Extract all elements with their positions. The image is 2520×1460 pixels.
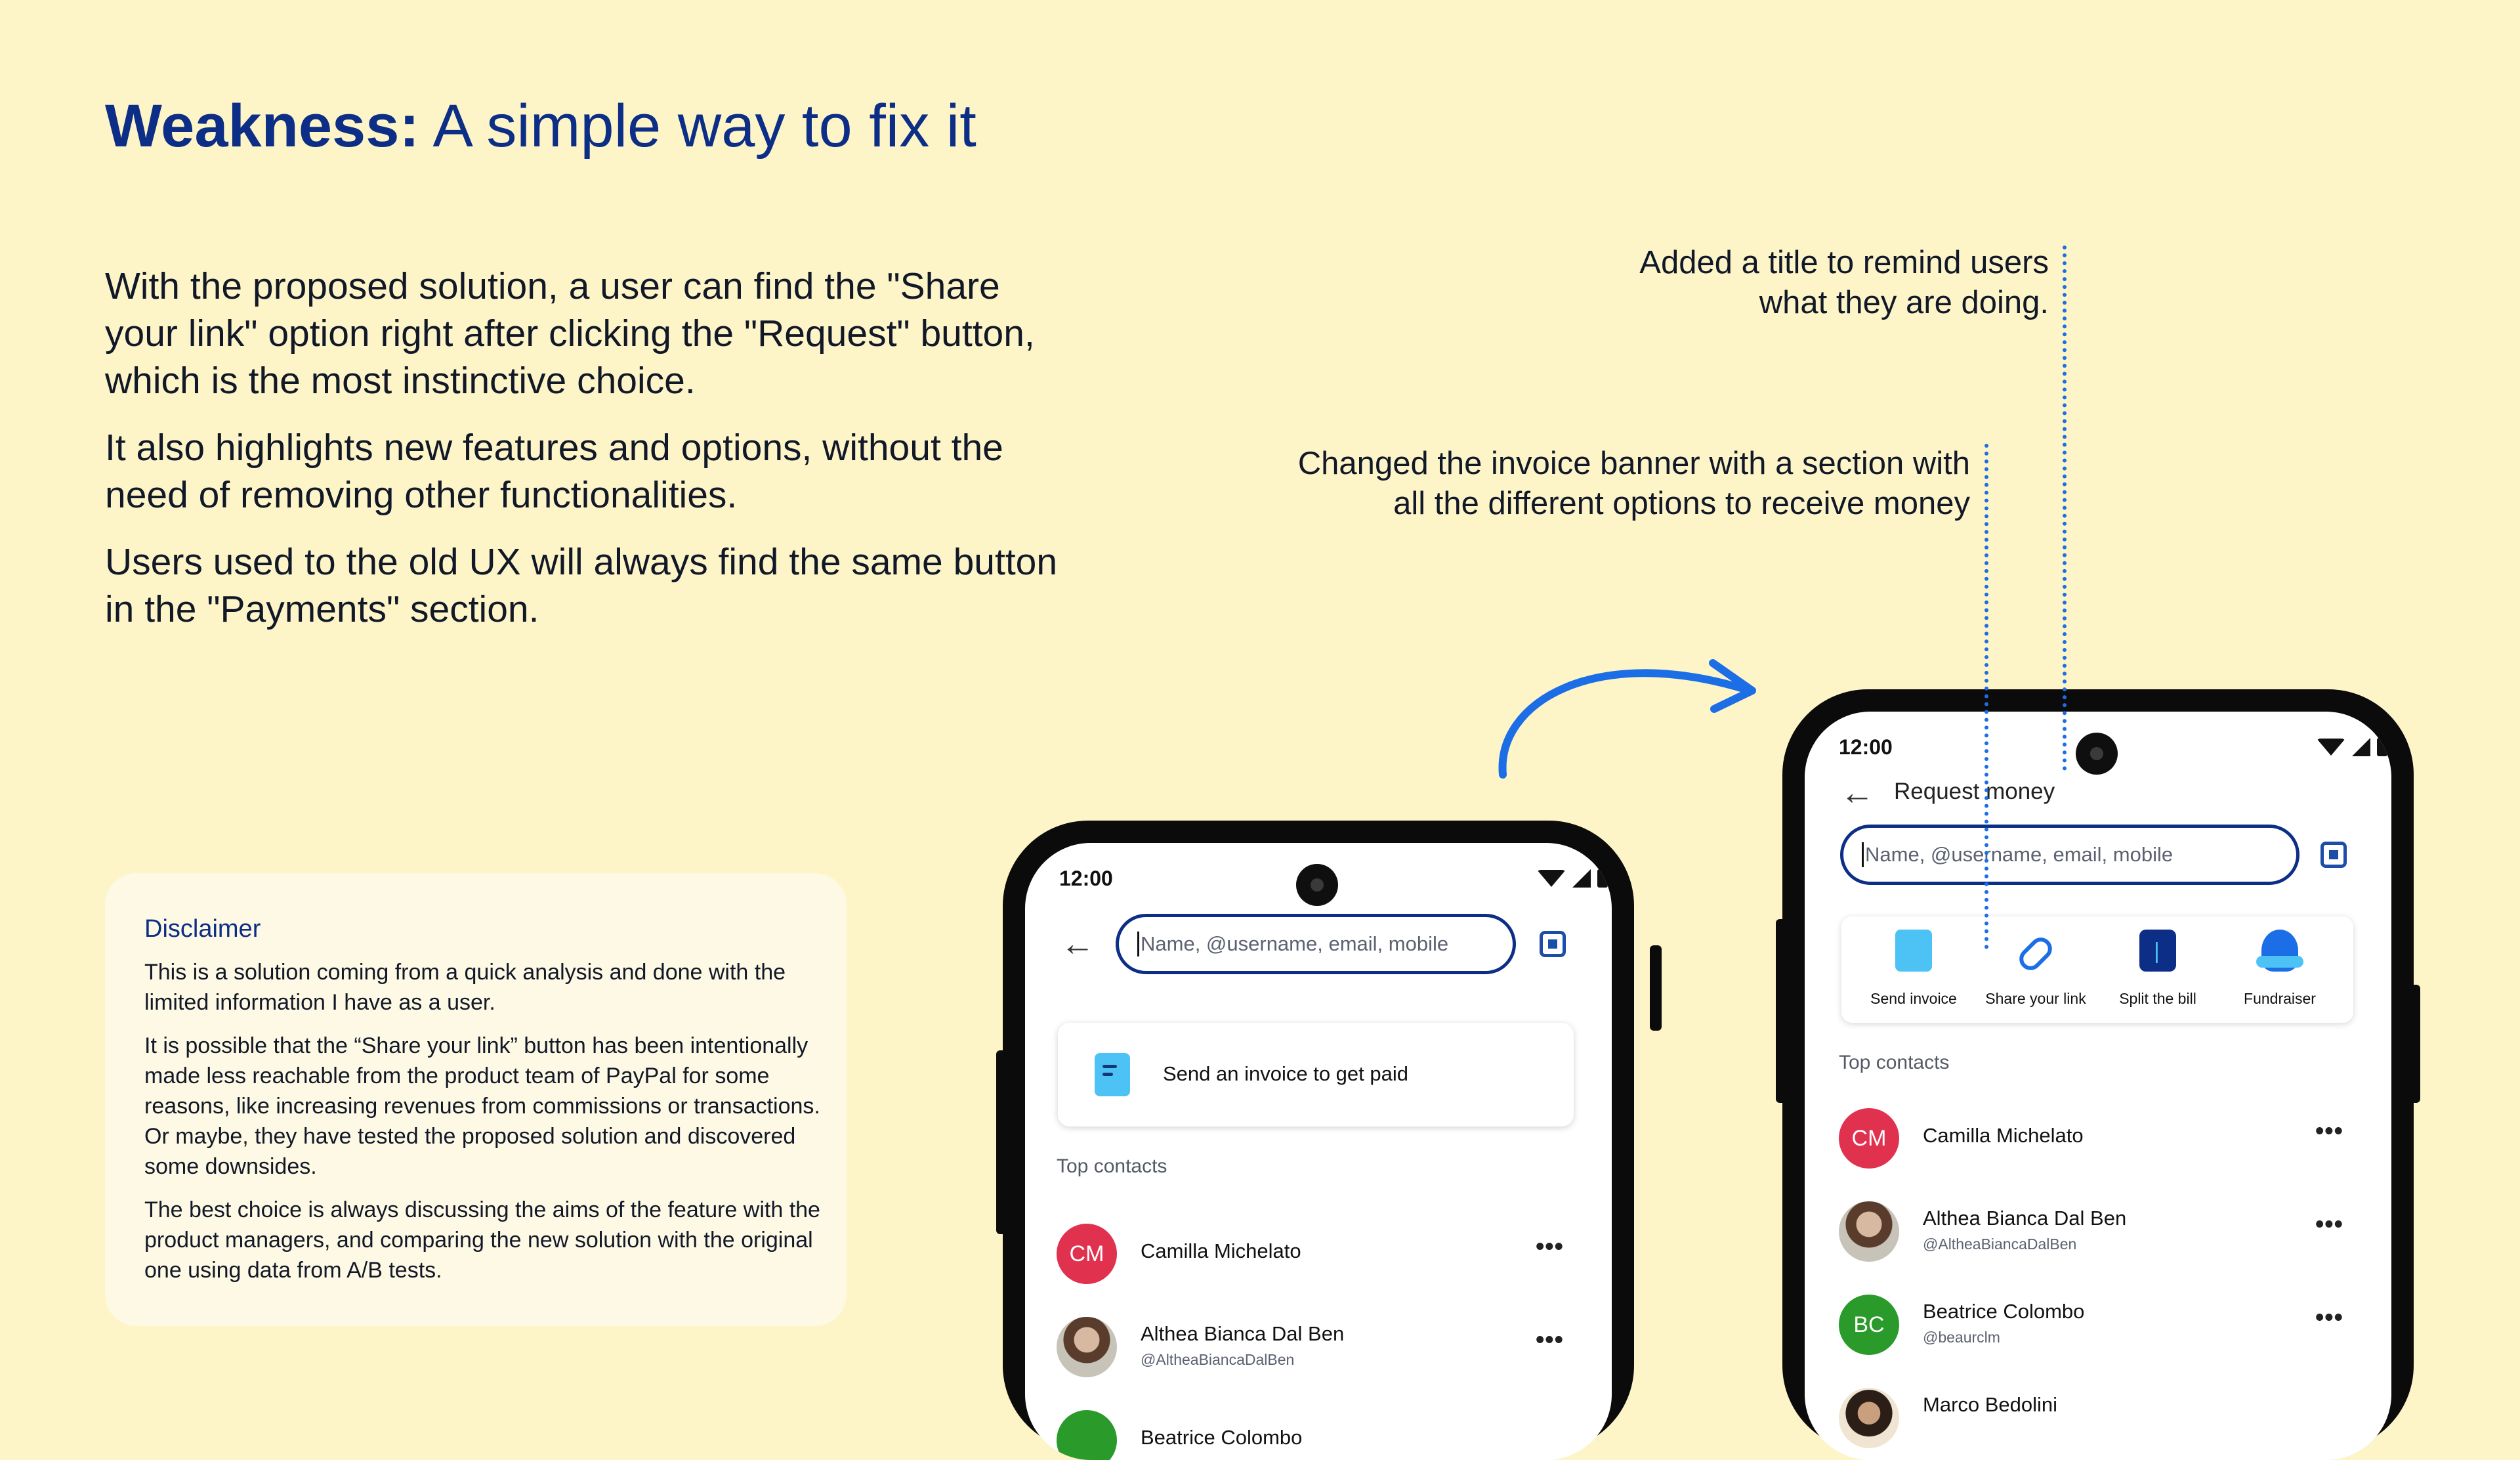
status-icons	[1537, 869, 1608, 888]
slide-body: With the proposed solution, a user can f…	[105, 263, 1063, 653]
contact-name: Camilla Michelato	[1923, 1124, 2084, 1147]
avatar: CM	[1839, 1108, 1899, 1169]
split-bill-icon	[2139, 930, 2176, 972]
more-options-icon[interactable]: •••	[2315, 1211, 2343, 1239]
body-paragraph: Users used to the old UX will always fin…	[105, 541, 1058, 630]
invoice-banner-label: Send an invoice to get paid	[1163, 1062, 1408, 1085]
option-label: Send invoice	[1870, 990, 1957, 1007]
search-placeholder: Name, @username, email, mobile	[1865, 843, 2174, 866]
contact-handle: @beaurclm	[1923, 1329, 2000, 1346]
contact-name: Althea Bianca Dal Ben	[1923, 1207, 2127, 1230]
contact-row[interactable]: BC Beatrice Colombo @beaurclm •••	[1839, 1295, 2364, 1367]
phone-new-screen: 12:00 ← Request money Name, @username, e…	[1805, 712, 2391, 1460]
annotation-line: what they are doing.	[1759, 285, 2049, 320]
invoice-banner[interactable]: Send an invoice to get paid	[1058, 1023, 1574, 1127]
fundraiser-icon	[2256, 930, 2303, 972]
more-options-icon[interactable]: •••	[1536, 1233, 1564, 1261]
status-time: 12:00	[1059, 867, 1113, 890]
contact-row[interactable]: CM Camilla Michelato •••	[1057, 1224, 1582, 1296]
phone-old: 12:00 ← Name, @username, email, mobile S…	[1003, 821, 1634, 1460]
annotation-line: Changed the invoice banner with a sectio…	[1297, 446, 1970, 481]
status-icons	[2317, 738, 2387, 756]
link-icon	[2015, 933, 2057, 975]
contact-handle: @AltheaBiancaDalBen	[1923, 1235, 2077, 1253]
disclaimer-body: This is a solution coming from a quick a…	[144, 957, 820, 1299]
disclaimer-title: Disclaimer	[144, 915, 261, 943]
annotation-title-note: Added a title to remind users what they …	[1639, 243, 2049, 323]
avatar	[1057, 1410, 1117, 1460]
qr-scan-icon[interactable]	[2320, 842, 2347, 868]
avatar	[1057, 1317, 1117, 1377]
top-contacts-label: Top contacts	[1057, 1155, 1167, 1177]
search-input[interactable]: Name, @username, email, mobile	[1840, 825, 2300, 885]
avatar: CM	[1057, 1224, 1117, 1284]
option-label: Split the bill	[2119, 990, 2196, 1007]
wifi-icon	[2317, 739, 2345, 756]
contact-row[interactable]: Beatrice Colombo	[1057, 1410, 1582, 1460]
camera-icon	[1296, 864, 1338, 906]
avatar	[1839, 1201, 1899, 1262]
signal-icon	[1572, 869, 1591, 888]
disclaimer-card: Disclaimer This is a solution coming fro…	[105, 873, 847, 1326]
annotation-line: all the different options to receive mon…	[1393, 486, 1970, 521]
slide-title: Weakness: A simple way to fix it	[105, 92, 976, 161]
battery-icon	[1597, 869, 1608, 888]
disclaimer-paragraph: The best choice is always discussing the…	[144, 1197, 820, 1283]
option-label: Fundraiser	[2244, 990, 2316, 1007]
signal-icon	[2352, 738, 2370, 756]
annotation-banner-note: Changed the invoice banner with a sectio…	[1298, 444, 1970, 524]
invoice-icon	[1895, 930, 1932, 972]
slide-title-bold: Weakness:	[105, 93, 420, 160]
status-time: 12:00	[1839, 735, 1893, 759]
slide-title-light: A simple way to fix it	[419, 93, 976, 160]
qr-scan-icon[interactable]	[1540, 931, 1566, 957]
invoice-icon	[1095, 1053, 1130, 1096]
contact-name: Althea Bianca Dal Ben	[1141, 1322, 1345, 1345]
contact-row[interactable]: Marco Bedolini	[1839, 1388, 2364, 1460]
back-arrow-icon[interactable]: ←	[1060, 927, 1095, 961]
contact-row[interactable]: Althea Bianca Dal Ben @AltheaBiancaDalBe…	[1057, 1317, 1582, 1389]
phone-old-screen: 12:00 ← Name, @username, email, mobile S…	[1025, 843, 1612, 1460]
phone-new: 12:00 ← Request money Name, @username, e…	[1782, 689, 2414, 1460]
search-placeholder: Name, @username, email, mobile	[1141, 932, 1449, 955]
option-label: Share your link	[1985, 990, 2086, 1007]
more-options-icon[interactable]: •••	[1536, 1326, 1564, 1354]
camera-icon	[2076, 733, 2118, 775]
body-paragraph: With the proposed solution, a user can f…	[105, 265, 1035, 402]
back-arrow-icon[interactable]: ←	[1840, 776, 1874, 810]
search-input[interactable]: Name, @username, email, mobile	[1116, 914, 1516, 974]
wifi-icon	[1537, 870, 1566, 887]
disclaimer-paragraph: This is a solution coming from a quick a…	[144, 960, 786, 1015]
text-caret	[1862, 842, 1864, 867]
top-contacts-label: Top contacts	[1839, 1052, 1950, 1073]
contact-name: Beatrice Colombo	[1141, 1426, 1303, 1449]
avatar	[1839, 1388, 1899, 1448]
receive-options-card: Send invoice Share your link Split the b…	[1841, 916, 2353, 1023]
contact-name: Beatrice Colombo	[1923, 1300, 2085, 1323]
contact-name: Marco Bedolini	[1923, 1393, 2058, 1416]
phone-side-button	[1650, 945, 1662, 1031]
body-paragraph: It also highlights new features and opti…	[105, 427, 1003, 516]
transition-arrow-icon	[1498, 659, 1756, 779]
more-options-icon[interactable]: •••	[2315, 1304, 2343, 1332]
text-caret	[1137, 932, 1139, 956]
disclaimer-paragraph: It is possible that the “Share your link…	[144, 1033, 820, 1179]
page-title: Request money	[1894, 779, 2055, 804]
contact-row[interactable]: CM Camilla Michelato •••	[1839, 1108, 2364, 1180]
contact-handle: @AltheaBiancaDalBen	[1141, 1351, 1295, 1368]
annotation-title-connector	[2063, 246, 2067, 771]
annotation-banner-connector	[1984, 444, 1988, 949]
contact-row[interactable]: Althea Bianca Dal Ben @AltheaBiancaDalBe…	[1839, 1201, 2364, 1274]
contact-name: Camilla Michelato	[1141, 1239, 1301, 1262]
annotation-line: Added a title to remind users	[1639, 245, 2049, 280]
avatar: BC	[1839, 1295, 1899, 1355]
more-options-icon[interactable]: •••	[2315, 1117, 2343, 1146]
battery-icon	[2377, 738, 2387, 756]
